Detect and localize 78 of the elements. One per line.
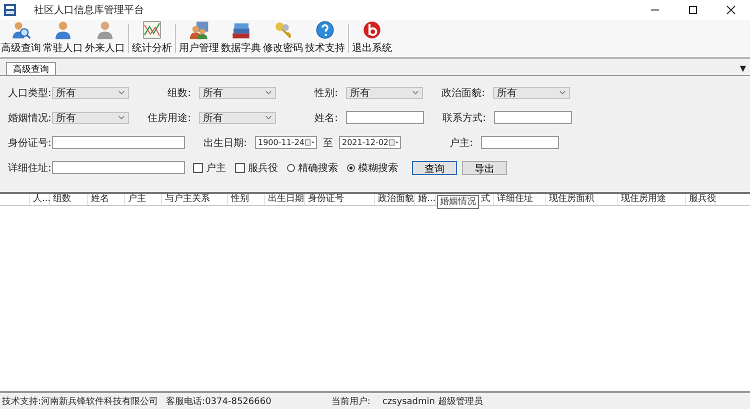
status-text: 当前用户: — [331, 396, 370, 408]
column-header[interactable]: 现住房用途 — [618, 194, 686, 205]
dropdown[interactable]: 所有 — [346, 86, 423, 98]
radio-button[interactable]: 模糊搜索 — [347, 160, 398, 174]
chevron-down-icon — [118, 90, 125, 95]
input-field[interactable] — [481, 136, 559, 149]
chevron-down-icon — [118, 115, 125, 120]
status-text: 技术支持:河南新兵锋软件科技有限公司 — [2, 396, 158, 408]
action-button[interactable]: 查询 — [412, 160, 457, 174]
toolbar-button[interactable]: 技术支持 — [304, 20, 346, 57]
search-user-icon — [11, 20, 31, 40]
input-field[interactable] — [52, 136, 185, 149]
checkbox[interactable]: 户主 — [193, 160, 226, 174]
dropdown[interactable]: 所有 — [52, 112, 129, 124]
field-label: 出生日期: — [202, 136, 247, 150]
toolbar-button[interactable]: 高级查询 — [0, 20, 42, 57]
chevron-down-icon — [412, 90, 419, 95]
users-icon — [189, 20, 209, 40]
dropdown[interactable]: 所有 — [52, 86, 129, 98]
user-icon — [95, 20, 115, 40]
calendar-icon — [304, 139, 314, 146]
dropdown[interactable]: 所有 — [199, 86, 276, 98]
field-label: 联系方式: — [442, 112, 486, 124]
toolbar-button[interactable]: 数据字典 — [220, 20, 262, 57]
column-header[interactable]: 详细住址 — [494, 194, 546, 205]
tab[interactable]: 高级查询 — [6, 62, 56, 75]
action-button[interactable]: 导出 — [462, 160, 507, 174]
field-label: 详细住址: — [8, 162, 52, 174]
field-label: 组数: — [166, 86, 191, 100]
column-header[interactable]: 服兵役 — [686, 194, 716, 205]
column-header[interactable]: 婚... — [415, 194, 436, 205]
date-picker[interactable]: 1900-11-24 — [255, 136, 317, 149]
chevron-down-icon — [559, 90, 566, 95]
tooltip: 婚姻情况 — [437, 195, 479, 209]
field-label: 政治面貌: — [440, 86, 485, 100]
window-title: 社区人口信息库管理平台 — [34, 4, 144, 17]
checkbox[interactable]: 服兵役 — [235, 160, 278, 174]
column-header[interactable]: 与户主关系 — [162, 194, 228, 205]
toolbar-button[interactable]: 外来人口 — [84, 20, 126, 57]
maximize-icon[interactable] — [688, 5, 698, 15]
field-label: 住房用途: — [146, 112, 191, 124]
dropdown[interactable]: 所有 — [493, 86, 570, 98]
column-header[interactable]: 身份证号 — [305, 194, 375, 205]
input-field[interactable] — [52, 161, 185, 174]
column-header[interactable]: 出生日期 — [265, 194, 305, 205]
column-header[interactable]: 户主 — [125, 194, 162, 205]
field-label: 人口类型: — [8, 86, 52, 100]
radio-button[interactable]: 精确搜索 — [287, 160, 338, 174]
calendar-icon — [388, 139, 398, 146]
range-separator: 至 — [323, 136, 333, 150]
status-text: 客服电话:0374-8526660 — [166, 396, 272, 408]
column-header[interactable]: 性别 — [228, 194, 265, 205]
column-header[interactable]: 人... — [30, 194, 50, 205]
chevron-down-icon — [265, 115, 272, 120]
app-icon — [4, 4, 16, 16]
close-icon[interactable] — [726, 5, 736, 15]
column-header[interactable]: 姓名 — [88, 194, 125, 205]
column-header[interactable]: 现住房面积 — [546, 194, 618, 205]
field-label: 户主: — [448, 136, 473, 150]
column-header[interactable]: 政治面貌 — [375, 194, 415, 205]
dropdown[interactable]: 所有 — [199, 112, 276, 124]
field-label: 婚姻情况: — [8, 112, 52, 124]
user-icon — [53, 20, 73, 40]
toolbar-button[interactable]: 统计分析 — [131, 20, 173, 57]
field-label: 性别: — [313, 86, 338, 100]
tab-menu-arrow[interactable]: ▼ — [740, 64, 746, 73]
input-field[interactable] — [346, 111, 424, 124]
toolbar-button[interactable]: 用户管理 — [178, 20, 220, 57]
column-header[interactable]: 组数 — [50, 194, 88, 205]
chevron-down-icon — [265, 90, 272, 95]
toolbar-button[interactable]: 修改密码 — [262, 20, 304, 57]
toolbar-button[interactable]: 退出系统 — [351, 20, 393, 57]
toolbar-button[interactable]: 常驻人口 — [42, 20, 84, 57]
input-field[interactable] — [494, 111, 572, 124]
date-picker[interactable]: 2021-12-02 — [339, 136, 401, 149]
status-text: czsysadmin 超级管理员 — [382, 396, 483, 408]
field-label: 身份证号: — [8, 136, 52, 150]
field-label: 姓名: — [314, 112, 338, 124]
